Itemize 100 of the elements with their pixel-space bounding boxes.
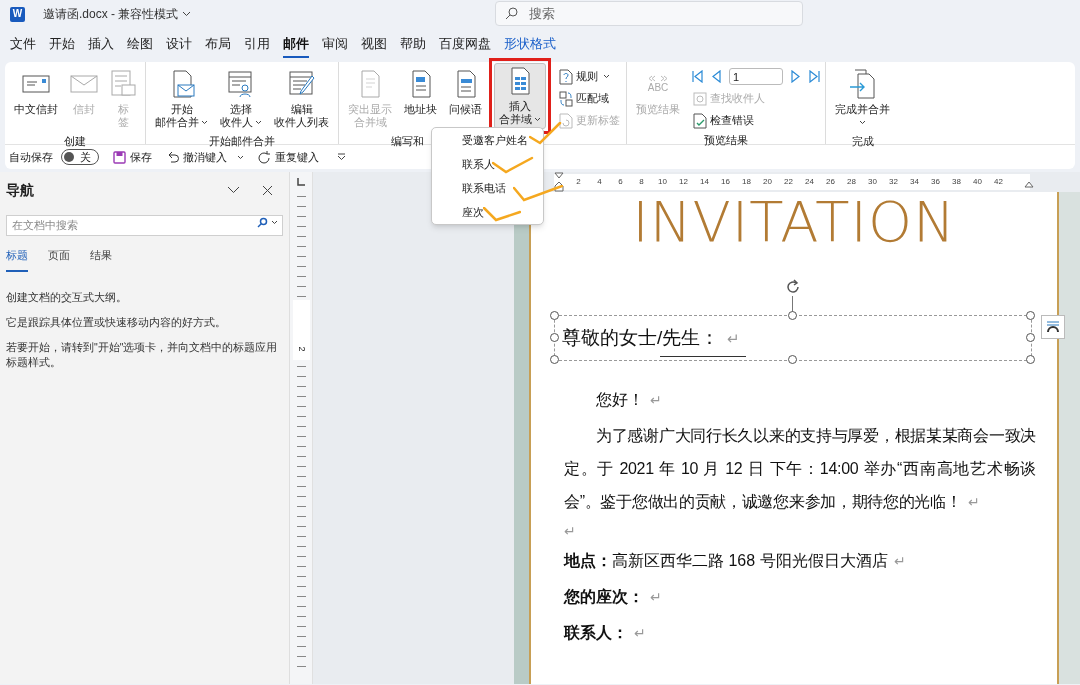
search-field[interactable]: 在文档中搜索 [6, 214, 283, 236]
chevron-down-icon[interactable] [227, 186, 240, 194]
group-label: 完成 [850, 134, 875, 149]
check-document-icon [693, 112, 707, 129]
resize-handle[interactable] [550, 311, 559, 320]
search-document-icon [693, 91, 707, 106]
hint-text: 若要开始，请转到"开始"选项卡，并向文档中的标题应用标题样式。 [6, 339, 279, 370]
menu-item[interactable]: 受邀客户姓名 [432, 128, 543, 152]
layout-options-icon[interactable] [1041, 315, 1065, 339]
pane-tab[interactable]: 页面 [48, 247, 70, 272]
recipients-icon [227, 70, 255, 98]
ribbon-button[interactable]: 问候语 [444, 66, 487, 119]
resize-handle[interactable] [1026, 333, 1035, 342]
app-icon: W [10, 6, 25, 22]
indent-marker-icon[interactable] [1024, 180, 1034, 188]
caret-icon [534, 117, 541, 122]
ruler-number: 2 [296, 346, 307, 352]
caret-icon [271, 220, 278, 225]
caret-icon [201, 120, 208, 125]
ruler-number: 18 [741, 176, 752, 188]
chevron-down-icon[interactable] [182, 11, 192, 17]
paragraph-text: 为了感谢广大同行长久以来的支持与厚爱，根据某某商会一致决定。于 2021 年 10 月 12 日 下午：14:00 举办“西南高地艺术畅谈会”。鉴于您做出的贡献，诚邀您来参加，期待您的光临！ ↵ [564, 426, 1036, 512]
caret-icon [255, 120, 262, 125]
ribbon-tab[interactable]: 百度网盘 [439, 35, 491, 58]
ribbon-button[interactable]: 规则 [557, 66, 622, 87]
resize-handle[interactable] [1026, 311, 1035, 320]
ribbon-tab[interactable]: 视图 [361, 35, 387, 58]
resize-handle[interactable] [788, 355, 797, 364]
menu-item[interactable]: 联系人 [432, 152, 543, 176]
ruler-number: 34 [909, 176, 920, 188]
envelope-icon [70, 73, 98, 95]
ruler-number: 38 [951, 176, 962, 188]
ribbon-tab[interactable]: 邮件 [283, 35, 309, 58]
ruler-number: 28 [846, 176, 857, 188]
ribbon-tab[interactable]: 绘图 [127, 35, 153, 58]
quick-access-button[interactable]: 重复键入 [258, 148, 319, 166]
autosave-label: 自动保存 [9, 149, 53, 165]
ribbon-tab[interactable]: 布局 [205, 35, 231, 58]
greeting-text: 尊敬的女士/先生： ↵ [562, 325, 741, 350]
ribbon-button[interactable]: 插入 合并域 [494, 63, 546, 129]
previous-record-icon[interactable] [710, 70, 723, 83]
first-record-icon[interactable] [691, 70, 704, 83]
ruler-number: 6 [617, 176, 624, 188]
ribbon-button[interactable]: 匹配域 [557, 88, 622, 109]
double-arrows-icon [647, 75, 669, 82]
ribbon-tab[interactable]: 文件 [10, 35, 36, 58]
ribbon-tab[interactable]: 开始 [49, 35, 75, 58]
icon-text: ABC [647, 82, 669, 93]
pane-tab[interactable]: 结果 [90, 247, 112, 272]
ruler-number: 20 [762, 176, 773, 188]
ruler-number: 14 [699, 176, 710, 188]
paragraph-mark: ↵ [564, 522, 577, 541]
rotate-handle-icon[interactable] [784, 278, 802, 296]
ruler-number: 40 [972, 176, 983, 188]
save-icon [113, 150, 126, 164]
ruler-number: 8 [638, 176, 645, 188]
paragraph-text: 地点：高新区西华二路 168 号阳光假日大酒店 ↵ [564, 551, 907, 571]
invitation-heading: INVITATION [631, 192, 957, 252]
close-icon[interactable] [262, 184, 273, 196]
quick-access-button[interactable]: 撤消键入 [166, 148, 244, 166]
ribbon-tab[interactable]: 帮助 [400, 35, 426, 58]
autosave-toggle[interactable]: 关 [61, 149, 99, 165]
ribbon-button[interactable]: 检查错误 [691, 110, 821, 131]
search-field[interactable]: 搜索 [495, 1, 803, 26]
customize-icon[interactable] [337, 153, 346, 161]
next-record-icon[interactable] [789, 70, 802, 83]
resize-handle[interactable] [788, 311, 797, 320]
group-label: 预览结果 [703, 133, 749, 148]
ribbon-button[interactable]: 地址块 [399, 66, 442, 119]
ribbon-tab[interactable]: 插入 [88, 35, 114, 58]
pane-tab[interactable]: 标题 [6, 247, 28, 272]
ribbon-tab[interactable]: 设计 [166, 35, 192, 58]
resize-handle[interactable] [550, 355, 559, 364]
ribbon-button[interactable]: 中文信封 [9, 66, 63, 119]
indent-marker-icon[interactable] [554, 172, 564, 192]
ribbon-tab[interactable]: 审阅 [322, 35, 348, 58]
ruler-number: 32 [888, 176, 899, 188]
menu-item[interactable]: 联系电话 [432, 176, 543, 200]
ribbon-button[interactable]: 开始 邮件合并 [150, 66, 213, 132]
ruler-number: 2 [575, 176, 582, 188]
paragraph-text: 您好！ ↵ [595, 390, 663, 410]
quick-access-button[interactable]: 保存 [113, 148, 152, 166]
paragraph-text: 您的座次： ↵ [564, 587, 663, 607]
last-record-icon[interactable] [808, 70, 821, 83]
record-number-field[interactable]: 1 [729, 68, 783, 85]
resize-handle[interactable] [1026, 355, 1035, 364]
search-icon [505, 7, 518, 20]
ribbon-tab[interactable]: 形状格式 [504, 35, 556, 58]
ribbon-button[interactable]: 编辑 收件人列表 [269, 66, 334, 132]
envelope-icon [22, 73, 50, 95]
ribbon-tab[interactable]: 引用 [244, 35, 270, 58]
ruler-number: 42 [993, 176, 1004, 188]
ribbon-button[interactable]: 选择 收件人 [215, 66, 267, 132]
ribbon-button[interactable]: 完成并合并 [830, 66, 895, 132]
resize-handle[interactable] [550, 333, 559, 342]
menu-item[interactable]: 座次 [432, 200, 543, 224]
ruler-number: 12 [678, 176, 689, 188]
refresh-document-icon [559, 112, 573, 129]
tab-stop-icon[interactable] [297, 178, 305, 186]
ruler-number: 24 [804, 176, 815, 188]
